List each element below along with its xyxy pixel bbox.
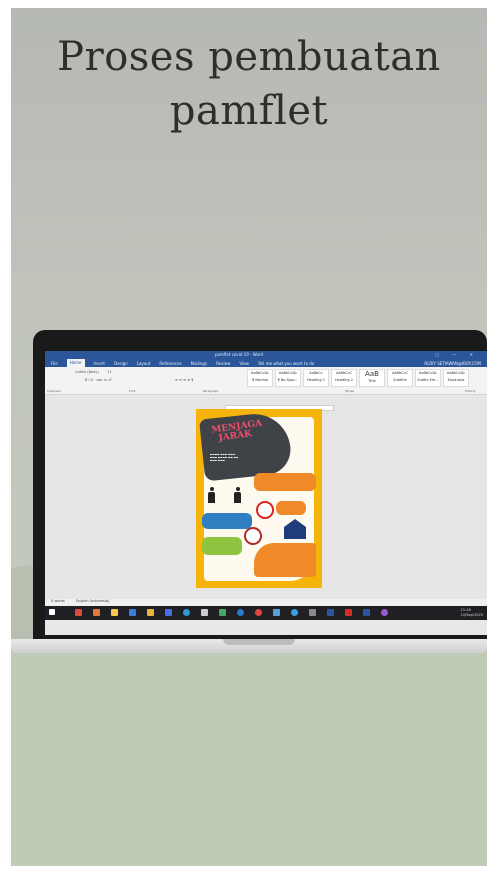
app-icon[interactable] [201, 609, 208, 616]
tab-review[interactable]: Review [216, 361, 230, 366]
document-title: pamflet covid 19 - Word [215, 352, 263, 357]
slide: Proses pembuatan pamflet pamflet covid 1… [11, 8, 487, 866]
info-box-orange-small [276, 501, 306, 515]
app-icon[interactable] [237, 609, 244, 616]
app-icon[interactable] [93, 609, 100, 616]
title-line-2: pamflet [169, 88, 329, 134]
styles-gallery: AaBbCcDc ¶ Normal AaBbCcDc ¶ No Spac... Aa… [247, 369, 469, 387]
info-box-blue [202, 513, 252, 529]
tell-me-box[interactable]: Tell me what you want to do [258, 361, 314, 366]
info-box-green [202, 537, 242, 555]
app-icon[interactable] [219, 609, 226, 616]
app-icon[interactable] [75, 609, 82, 616]
tab-insert[interactable]: Insert [94, 361, 105, 366]
style-subtle-emphasis[interactable]: AaBbCcDc Subtle Em... [415, 369, 441, 387]
person-icon [208, 487, 215, 503]
app-icon[interactable] [291, 609, 298, 616]
tab-layout[interactable]: Layout [137, 361, 151, 366]
no-crowd-icon [256, 501, 274, 519]
style-no-spacing[interactable]: AaBbCcDc ¶ No Spac... [275, 369, 301, 387]
word-icon[interactable] [363, 609, 370, 616]
style-subtitle[interactable]: AaBbCcC Subtitle [387, 369, 413, 387]
app-icon[interactable] [273, 609, 280, 616]
taskbar: 21:16 10/Sep/2020 [45, 606, 487, 620]
ribbon: Calibri (Body) 11 B I U · abc x₂ x² ≡ ≡ … [45, 367, 487, 395]
laptop-notch [223, 639, 295, 645]
app-icon[interactable] [345, 609, 352, 616]
tab-file[interactable]: File [51, 361, 58, 366]
group-font: Font [129, 389, 136, 393]
app-icon[interactable] [255, 609, 262, 616]
style-heading-2[interactable]: AaBbCcC Heading 2 [331, 369, 357, 387]
page-title: Proses pembuatan pamflet [11, 30, 487, 138]
app-icon[interactable] [309, 609, 316, 616]
format-buttons[interactable]: B I U · abc x₂ x² [85, 378, 112, 382]
paragraph-buttons[interactable]: ≡ ≡ ≡ ≡ ¶ [175, 378, 193, 382]
status-bar: 0 words English (Indonesia) [45, 599, 487, 606]
tab-view[interactable]: View [239, 361, 249, 366]
tab-home[interactable]: Home [66, 359, 85, 367]
app-icon[interactable] [147, 609, 154, 616]
style-normal[interactable]: AaBbCcDc ¶ Normal [247, 369, 273, 387]
group-editing: Editing [465, 389, 476, 393]
word-icon[interactable] [327, 609, 334, 616]
font-name-select[interactable]: Calibri (Body) [75, 370, 99, 374]
intro-text-block: ▬▬▬▬ ▬▬▬ ▬▬▬ ▬▬▬ ▬▬▬▬ ▬▬ ▬▬ ▬▬▬ ▬▬▬ [210, 453, 239, 463]
person-icon [234, 487, 241, 503]
group-clipboard: Clipboard [47, 389, 62, 393]
app-icon[interactable] [129, 609, 136, 616]
folder-icon[interactable] [111, 609, 118, 616]
pamphlet-page[interactable]: MENJAGA JARAK ▬▬▬▬ ▬▬▬ ▬▬▬ ▬▬▬ ▬▬▬▬ ▬▬ ▬▬… [196, 409, 322, 588]
font-size-select[interactable]: 11 [107, 370, 111, 374]
style-emphasis[interactable]: AaBbCcDc Emphasis [443, 369, 469, 387]
group-styles: Styles [345, 389, 355, 393]
word-titlebar: pamflet covid 19 - Word ▢ — ✕ [45, 351, 487, 359]
style-title[interactable]: AaB Title [359, 369, 385, 387]
language-status[interactable]: English (Indonesia) [76, 599, 109, 603]
app-icon[interactable] [165, 609, 172, 616]
info-box-orange [254, 473, 316, 491]
gathering-icon [244, 527, 262, 545]
app-icon[interactable] [381, 609, 388, 616]
tab-design[interactable]: Design [114, 361, 128, 366]
info-box-orange-large [254, 543, 316, 577]
user-account[interactable]: RIZKY SETIAWAN@IBOY.COM [424, 361, 481, 366]
title-line-1: Proses pembuatan [57, 34, 441, 80]
tab-references[interactable]: References [159, 361, 181, 366]
clock[interactable]: 21:16 10/Sep/2020 [461, 608, 483, 618]
browser-icon[interactable] [183, 609, 190, 616]
start-icon[interactable] [49, 609, 55, 615]
bottom-panel [11, 648, 487, 866]
group-paragraph: Paragraph [203, 389, 219, 393]
ribbon-tabs: File Home Insert Design Layout Reference… [45, 359, 487, 367]
window-controls[interactable]: ▢ — ✕ [435, 352, 479, 357]
style-heading-1[interactable]: AaBbCc Heading 1 [303, 369, 329, 387]
word-count[interactable]: 0 words [51, 599, 65, 603]
tab-mailings[interactable]: Mailings [191, 361, 207, 366]
